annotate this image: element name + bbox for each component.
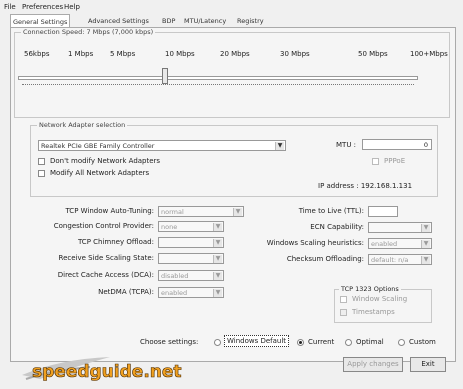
chevron-down-icon[interactable]: ▼ [421,224,430,232]
pppoe-label: PPPoE [384,157,406,165]
setting-select[interactable]: ▼ [368,222,432,233]
tab-registry[interactable]: Registry [235,14,266,28]
tab-advanced-settings[interactable]: Advanced Settings [86,14,151,28]
menu-file[interactable]: File [4,3,16,11]
exit-button[interactable]: Exit [410,357,446,372]
chevron-down-icon[interactable]: ▼ [213,223,222,231]
connection-speed-legend: Connection Speed: 7 Mbps (7,000 kbps) [21,28,156,36]
tab-bdp[interactable]: BDP [160,14,177,28]
tab-general-settings[interactable]: General Settings [10,14,71,28]
chevron-down-icon[interactable]: ▼ [421,256,430,264]
setting-select[interactable]: ▼ [158,253,224,264]
chevron-down-icon[interactable]: ▼ [421,240,430,248]
choose-settings-label: Choose settings: [140,338,199,346]
setting-label: TCP Window Auto-Tuning: [65,207,154,215]
setting-label: Windows Scaling heuristics: [266,239,364,247]
speed-label: 10 Mbps [165,50,195,58]
speed-label: 20 Mbps [220,50,250,58]
modify-all-adapters-checkbox[interactable] [38,170,45,177]
dont-modify-adapters-label: Don't modify Network Adapters [50,157,161,165]
timestamps-label: Timestamps [352,308,395,316]
apply-changes-button[interactable]: Apply changes [343,357,403,372]
setting-value: enabled [371,240,398,248]
menu-preferences[interactable]: Preferences [22,3,63,11]
modify-all-adapters-label: Modify All Network Adapters [50,169,150,177]
radio-optimal[interactable] [345,339,352,346]
setting-select[interactable]: enabled ▼ [158,287,224,298]
setting-label: Congestion Control Provider: [53,222,154,230]
setting-value: normal [161,208,184,216]
speed-label: 1 Mbps [68,50,94,58]
setting-label: TCP Chimney Offload: [77,238,154,246]
connection-speed-group: Connection Speed: 7 Mbps (7,000 kbps) [14,28,450,118]
setting-value: none [161,223,178,231]
tab-bar: General Settings Advanced Settings BDP M… [10,14,330,28]
ttl-input[interactable] [368,206,398,217]
connection-speed-slider-thumb[interactable] [162,68,168,84]
chevron-down-icon[interactable]: ▼ [275,142,284,150]
window-scaling-label: Window Scaling [352,295,408,303]
chevron-down-icon[interactable]: ▼ [213,239,222,247]
setting-value: disabled [161,272,189,280]
mtu-label: MTU : [336,141,357,149]
setting-label: Receive Side Scaling State: [58,254,154,262]
custom-label[interactable]: Custom [409,338,436,346]
setting-label: Checksum Offloading: [286,255,364,263]
svg-text:speedguide.net: speedguide.net [32,362,182,382]
setting-label: Direct Cache Access (DCA): [57,271,154,279]
pppoe-checkbox[interactable] [372,158,379,165]
network-adapter-value: Realtek PCIe GBE Family Controller [41,142,155,150]
setting-select[interactable]: enabled ▼ [368,238,432,249]
setting-select[interactable]: default: n/a ▼ [368,254,432,265]
connection-speed-track[interactable] [18,76,418,80]
windows-default-label[interactable]: Windows Default [224,335,290,347]
mtu-input[interactable]: 0 [362,139,432,150]
speed-label: 56kbps [24,50,50,58]
menu-bar: File Preferences Help [0,0,463,14]
timestamps-checkbox[interactable] [340,309,347,316]
ip-address: IP address : 192.168.1.131 [318,182,413,190]
speed-label: 30 Mbps [280,50,310,58]
speed-label: 5 Mbps [110,50,136,58]
setting-value: enabled [161,289,188,297]
radio-custom[interactable] [398,339,405,346]
speedguide-logo: speedguide.net [20,353,190,383]
chevron-down-icon[interactable]: ▼ [213,289,222,297]
setting-label: NetDMA (TCPA): [98,288,154,296]
setting-label: Time to Live (TTL): [298,207,364,215]
chevron-down-icon[interactable]: ▼ [213,255,222,263]
network-adapter-select[interactable]: Realtek PCIe GBE Family Controller ▼ [38,140,286,151]
setting-select[interactable]: none ▼ [158,221,224,232]
setting-label: ECN Capability: [310,223,364,231]
tab-mtu-latency[interactable]: MTU/Latency [182,14,228,28]
network-adapter-legend: Network Adapter selection [37,121,128,129]
radio-current[interactable] [297,339,304,346]
slider-ticks [22,84,414,89]
dont-modify-adapters-checkbox[interactable] [38,158,45,165]
window-scaling-checkbox[interactable] [340,296,347,303]
chevron-down-icon[interactable]: ▼ [213,272,222,280]
speed-label: 50 Mbps [358,50,388,58]
radio-windows-default[interactable] [214,339,221,346]
tcp1323-legend: TCP 1323 Options [339,285,401,293]
speed-label: 100+Mbps [410,50,448,58]
optimal-label[interactable]: Optimal [356,338,384,346]
setting-value: default: n/a [371,256,409,264]
current-label[interactable]: Current [308,338,334,346]
menu-help[interactable]: Help [64,3,80,11]
setting-select[interactable]: ▼ [158,237,224,248]
setting-select[interactable]: disabled ▼ [158,270,224,281]
